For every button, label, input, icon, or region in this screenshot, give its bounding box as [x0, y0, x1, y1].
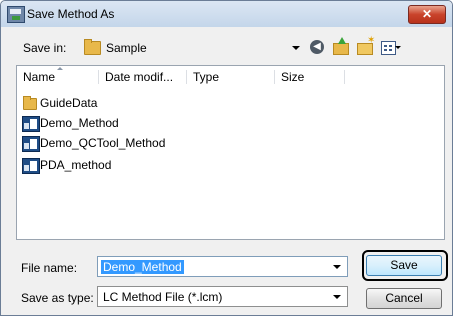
file-name-value: Demo_Method: [101, 260, 184, 274]
method-file-icon: [22, 158, 40, 174]
method-file-icon: [22, 136, 40, 152]
folder-icon: [84, 39, 101, 55]
dialog-title: Save Method As: [27, 7, 115, 21]
chevron-down-icon[interactable]: [333, 265, 341, 269]
list-item-label: Demo_Method: [40, 116, 119, 130]
title-bar[interactable]: Save Method As ✕: [1, 1, 452, 27]
folder-up-icon: [333, 37, 349, 55]
file-list[interactable]: Name Date modif... Type Size GuideData D…: [16, 65, 445, 240]
column-header-label: Date modif...: [105, 70, 174, 84]
list-item-guidedata[interactable]: GuideData: [22, 93, 182, 113]
new-folder-button[interactable]: [355, 35, 377, 57]
list-item-pda-method[interactable]: PDA_method: [22, 155, 182, 175]
back-arrow-icon: ◀: [310, 40, 324, 54]
save-button[interactable]: Save: [366, 255, 442, 276]
list-item-demo-method[interactable]: Demo_Method: [22, 113, 182, 133]
list-item-label: PDA_method: [40, 158, 112, 172]
up-one-level-button[interactable]: [331, 37, 353, 57]
list-item-demo-qctool-method[interactable]: Demo_QCTool_Method: [22, 133, 202, 153]
column-header-label: Size: [281, 70, 305, 84]
save-method-dialog: Save Method As ✕ Save in: Sample ◀ Name …: [0, 0, 453, 316]
column-header-date-modified[interactable]: Date modif...: [99, 66, 187, 88]
list-item-label: Demo_QCTool_Method: [40, 136, 166, 150]
column-header-label: Type: [193, 70, 220, 84]
list-item-label: GuideData: [40, 96, 98, 110]
save-in-dropdown[interactable]: Sample: [78, 37, 304, 58]
save-in-value: Sample: [106, 41, 147, 55]
save-as-type-value: LC Method File (*.lcm): [103, 290, 223, 304]
column-header-size[interactable]: Size: [275, 66, 345, 88]
chevron-down-icon: [395, 46, 401, 49]
app-icon: [7, 6, 25, 23]
cancel-button[interactable]: Cancel: [366, 288, 442, 309]
close-icon: ✕: [421, 7, 433, 21]
file-name-label: File name:: [21, 261, 78, 275]
file-list-header: Name Date modif... Type Size: [17, 66, 444, 88]
column-header-name[interactable]: Name: [17, 66, 99, 88]
save-as-type-label: Save as type:: [21, 291, 94, 305]
back-button[interactable]: ◀: [307, 38, 329, 57]
column-header-label: Name: [23, 70, 56, 84]
sort-ascending-icon: [57, 67, 63, 70]
close-button[interactable]: ✕: [408, 5, 446, 24]
views-menu-button[interactable]: [379, 38, 405, 57]
save-as-type-select[interactable]: LC Method File (*.lcm): [97, 286, 348, 307]
views-icon: [381, 41, 396, 55]
chevron-down-icon: [333, 295, 341, 299]
save-in-label: Save in:: [23, 41, 67, 55]
method-file-icon: [22, 116, 40, 132]
file-name-input[interactable]: Demo_Method: [97, 256, 348, 277]
column-header-type[interactable]: Type: [187, 66, 275, 88]
folder-icon: [23, 96, 37, 110]
chevron-down-icon: [292, 46, 300, 50]
new-folder-icon: [357, 35, 375, 55]
